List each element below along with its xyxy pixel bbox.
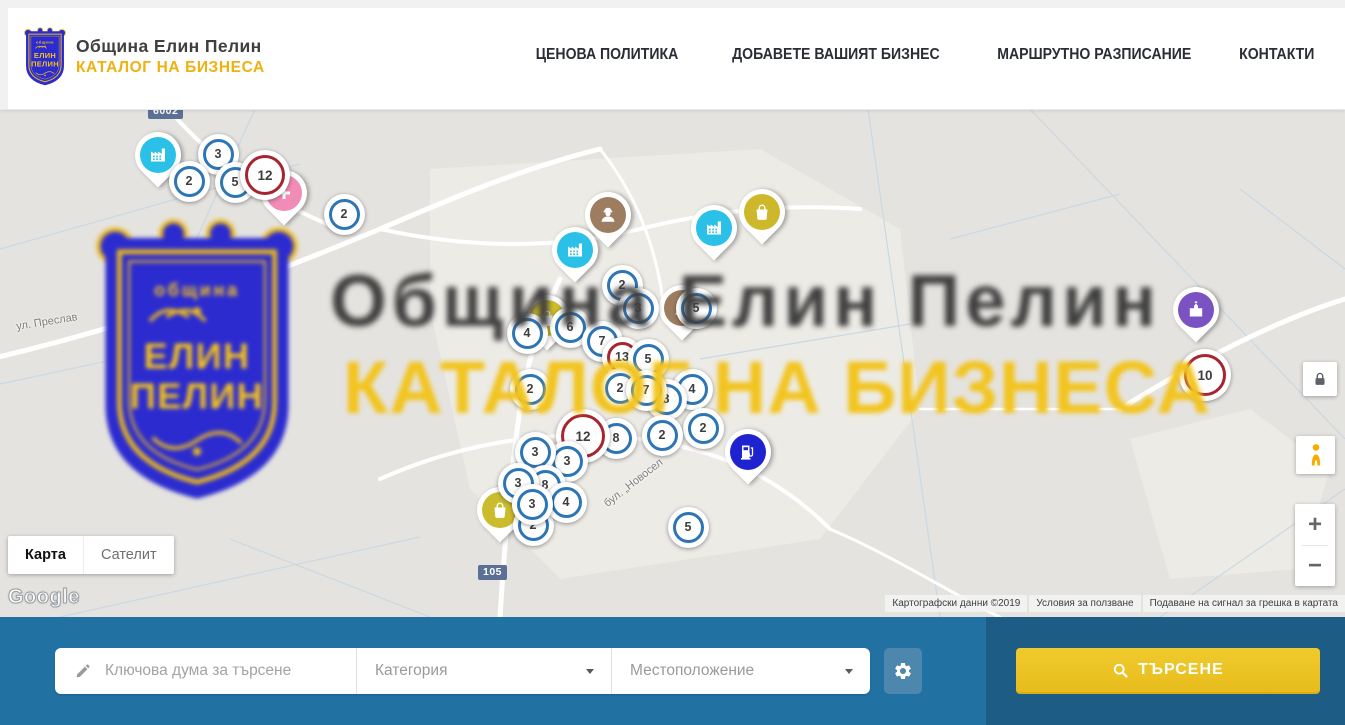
factory-icon (704, 218, 724, 238)
search-bar: Категория Местоположение ТЪРСЕНЕ (0, 617, 1345, 725)
bag-pin[interactable] (739, 189, 785, 235)
nav-item-pricing[interactable]: ЦЕНОВА ПОЛИТИКА (536, 46, 679, 64)
cluster-marker[interactable]: 2 (683, 408, 724, 449)
bag-icon (752, 202, 772, 222)
map-type-map-button[interactable]: Карта (8, 536, 83, 574)
attribution-copyright: Картографски данни ©2019 (885, 595, 1027, 612)
cluster-marker[interactable]: 3 (512, 484, 553, 525)
cluster-marker[interactable]: 2 (324, 194, 365, 235)
zoom-control: + − (1295, 504, 1335, 586)
site-subtitle: КАТАЛОГ НА БИЗНЕСА (76, 60, 265, 76)
attribution-terms-link[interactable]: Условия за ползване (1029, 595, 1140, 612)
site-title: Община Елин Пелин (76, 38, 265, 56)
worker-pin[interactable] (585, 192, 631, 238)
attribution-report-link[interactable]: Подаване на сигнал за грешка в картата (1143, 595, 1345, 612)
cluster-marker[interactable]: 10 (1179, 349, 1231, 401)
cluster-marker[interactable]: 3 (618, 288, 659, 329)
svg-text:община: община (36, 40, 54, 44)
cluster-marker[interactable]: 12 (240, 150, 290, 200)
cluster-marker[interactable]: 2 (169, 161, 210, 202)
map-lock-control[interactable] (1303, 362, 1337, 396)
bag-icon (490, 500, 510, 520)
cluster-marker[interactable]: 5 (668, 507, 709, 548)
header: община ЕЛИН ПЕЛИН Община Елин Пелин КАТА… (0, 0, 1345, 110)
location-select-label: Местоположение (612, 662, 754, 680)
church-pin[interactable] (1173, 287, 1219, 333)
window-edge-left (0, 0, 8, 109)
search-button-label: ТЪРСЕНЕ (1138, 661, 1223, 679)
cluster-marker[interactable]: 5 (676, 288, 717, 329)
cluster-marker[interactable]: 7 (626, 370, 667, 411)
factory-icon (565, 240, 585, 260)
location-select[interactable]: Местоположение (612, 648, 870, 694)
nav-item-add-business[interactable]: ДОБАВЕТЕ ВАШИЯТ БИЗНЕС (732, 46, 940, 64)
keyword-search-input[interactable] (55, 648, 356, 694)
pegman-icon (1304, 442, 1328, 468)
site-logo[interactable]: община ЕЛИН ПЕЛИН Община Елин Пелин КАТА… (22, 26, 265, 87)
search-icon (1112, 662, 1129, 679)
search-fields-group: Категория Местоположение (55, 648, 870, 694)
nav-item-route-schedule[interactable]: МАРШРУТНО РАЗПИСАНИЕ (997, 46, 1191, 64)
municipality-crest-logo: община ЕЛИН ПЕЛИН (22, 26, 68, 87)
map-attribution: Картографски данни ©2019 Условия за полз… (885, 595, 1345, 612)
street-view-pegman-button[interactable] (1296, 436, 1335, 474)
site-title-block: Община Елин Пелин КАТАЛОГ НА БИЗНЕСА (76, 38, 265, 76)
gear-icon (893, 661, 913, 681)
worker-icon (598, 205, 618, 225)
fuel-pin[interactable] (725, 429, 771, 475)
category-select[interactable]: Категория (357, 648, 612, 694)
chevron-down-icon (845, 669, 853, 674)
factory-icon (148, 145, 168, 165)
lock-icon (1311, 370, 1329, 388)
svg-text:ПЕЛИН: ПЕЛИН (31, 60, 59, 69)
cluster-marker[interactable]: 2 (642, 415, 683, 456)
advanced-search-button[interactable] (884, 648, 922, 694)
fuel-icon (738, 442, 758, 462)
search-submit-button[interactable]: ТЪРСЕНЕ (1016, 648, 1320, 694)
nav-item-contacts[interactable]: КОНТАКТИ (1240, 46, 1315, 64)
window-edge-top (0, 0, 1345, 8)
main-nav: ЦЕНОВА ПОЛИТИКА ДОБАВЕТЕ ВАШИЯТ БИЗНЕС М… (526, 0, 1320, 109)
google-logo[interactable]: Google (8, 586, 80, 609)
keyword-field-wrap (55, 648, 357, 694)
category-select-label: Категория (357, 662, 447, 680)
google-map[interactable]: 6002 105 ул. Преслав бул. „Новосел 32512… (0, 109, 1345, 617)
zoom-in-button[interactable]: + (1295, 505, 1335, 545)
church-icon (1186, 300, 1206, 320)
factory-pin[interactable] (691, 205, 737, 251)
map-type-control: Карта Сателит (8, 536, 174, 574)
cluster-marker[interactable]: 2 (510, 369, 551, 410)
pencil-icon (74, 662, 92, 680)
map-type-satellite-button[interactable]: Сателит (83, 536, 174, 574)
chevron-down-icon (586, 669, 594, 674)
map-markers-layer: 32512225364713522487282122338343510 (0, 109, 1345, 617)
svg-text:ЕЛИН: ЕЛИН (34, 51, 56, 60)
cluster-marker[interactable]: 4 (507, 313, 548, 354)
zoom-out-button[interactable]: − (1295, 546, 1335, 586)
